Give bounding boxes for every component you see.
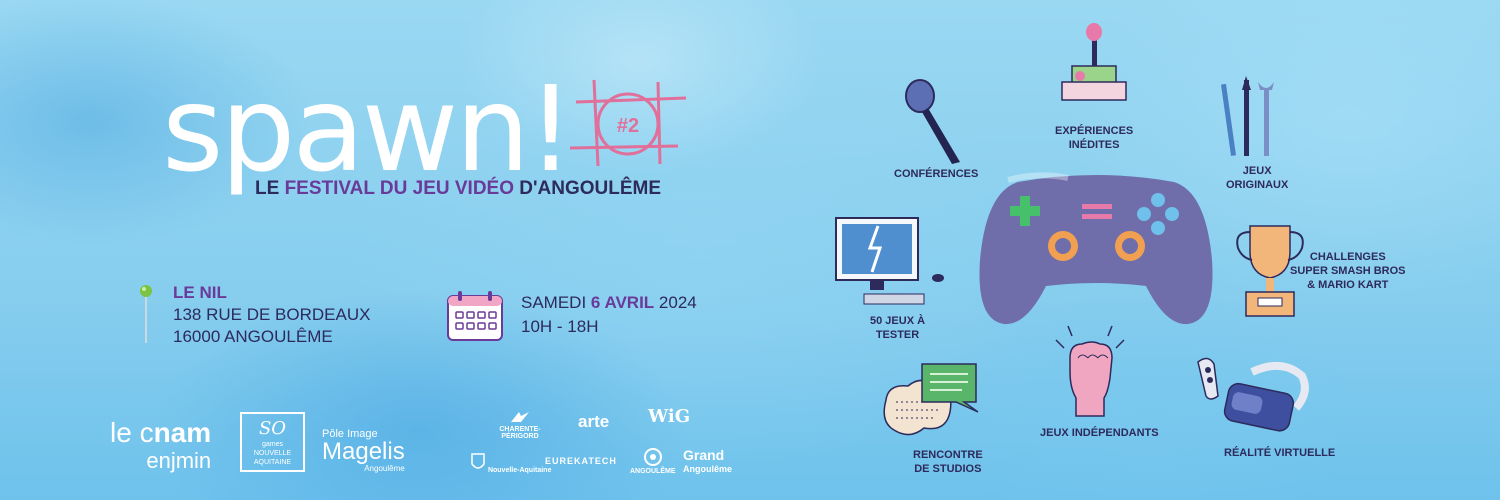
cnam-nam: nam [153,417,212,448]
jeux-originaux-line1: JEUX [1242,165,1272,177]
magelis-line2: Magelis [322,438,405,465]
so-games-logo: SO games NOUVELLE AQUITAINE [240,412,305,472]
date-block: SAMEDI 6 AVRIL 2024 10H - 18H [521,291,697,339]
magelis-logo: Pôle Image Magelis Angoulême [322,428,405,473]
label-realite-virtuelle: RÉALITÉ VIRTUELLE [1224,447,1336,459]
edition-number: #2 [617,115,639,137]
arte-logo: arte [578,412,610,431]
credit-agricole-text: CHARENTE-PÉRIGORD [499,426,541,440]
sogames-aquitaine: AQUITAINE [253,459,292,466]
nouvelle-aquitaine-icon [471,453,485,469]
tagline-prefix: LE [255,178,285,199]
cnam-sub: enjmin [146,448,212,473]
joystick-icon [1061,23,1127,101]
spawn-logo: spawn! [162,60,574,198]
date-year: 2024 [654,293,697,312]
grand-line2: Angoulême [683,464,733,474]
tagline: LE FESTIVAL DU JEU VIDÉO D'ANGOULÊME [255,178,661,200]
jeux-originaux-line2: ORIGINAUX [1226,179,1289,191]
cinquante-line1: 50 JEUX À [870,315,926,327]
challenges-line3: & MARIO KART [1307,279,1389,291]
date-day: 6 AVRIL [590,293,655,312]
venue-block: LE NIL 138 RUE DE BORDEAUX 16000 ANGOULÊ… [173,282,370,348]
rencontre-line2: DE STUDIOS [914,463,982,475]
microphone-icon [905,79,960,164]
calendar-icon [447,291,503,341]
rencontre-line1: RENCONTRE [913,449,983,461]
label-experiences: EXPÉRIENCES INÉDITES [1055,124,1133,152]
event-hours: 10H - 18H [521,317,599,336]
tagline-highlight: FESTIVAL DU JEU VIDÉO [284,178,515,199]
fist-icon [1055,325,1125,417]
angouleme-logo: ANGOULÊME [630,448,676,475]
venue-street: 138 RUE DE BORDEAUX [173,305,371,324]
angouleme-icon [643,448,662,466]
label-jeux-originaux: JEUX ORIGINAUX [1226,164,1288,192]
vr-headset-icon [1197,357,1309,432]
date-prefix: SAMEDI [521,293,591,312]
grand-angouleme-logo: Grand Angoulême [683,448,732,476]
angouleme-text: ANGOULÊME [630,468,676,475]
speech-bubbles-icon [883,363,979,436]
sogames-games: games [261,441,283,448]
challenges-line2: SUPER SMASH BROS [1290,265,1406,277]
credit-agricole-icon [511,412,529,422]
wig-logo: WiG [648,406,691,427]
tools-icon [1221,76,1274,156]
nouvelle-aquitaine-logo: Nouvelle-Aquitaine [470,452,551,474]
cnam-enjmin-logo: le cnam enjmin [110,417,212,474]
sogames-so: SO [258,418,287,439]
experiences-line2: INÉDITES [1068,139,1120,151]
experiences-line1: EXPÉRIENCES [1055,125,1134,137]
magelis-line3: Angoulême [364,464,405,473]
cnam-le: le c [110,417,154,448]
label-rencontre: RENCONTRE DE STUDIOS [913,448,983,476]
venue-name: LE NIL [173,283,227,302]
label-challenges: CHALLENGES SUPER SMASH BROS & MARIO KART [1290,250,1406,292]
nouvelle-aquitaine-text: Nouvelle-Aquitaine [487,467,552,474]
event-date: SAMEDI 6 AVRIL 2024 [521,291,697,315]
sogames-nouvelle: NOUVELLE [253,450,292,457]
credit-agricole-logo: CHARENTE-PÉRIGORD [490,410,550,440]
venue-city: 16000 ANGOULÊME [173,327,333,346]
gamepad-icon [979,172,1213,325]
map-pin-icon [140,285,152,343]
computer-icon [835,217,944,305]
eurekatech-logo: EUREKATECH [545,456,617,466]
tagline-suffix: D'ANGOULÊME [514,178,662,199]
challenges-line1: CHALLENGES [1309,251,1386,263]
grand-line1: Grand [683,447,725,463]
label-jeux-independants: JEUX INDÉPENDANTS [1040,427,1159,439]
label-conferences: CONFÉRENCES [894,168,979,180]
cinquante-line2: TESTER [875,329,920,341]
crosshair-icon: #2 [569,79,687,167]
label-50-jeux: 50 JEUX À TESTER [870,314,925,342]
